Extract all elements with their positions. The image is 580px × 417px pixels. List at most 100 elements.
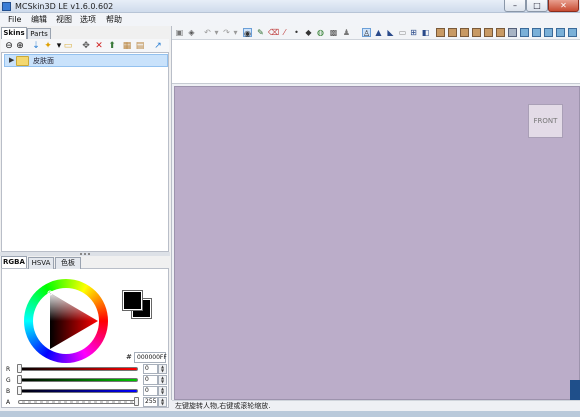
- alpha-value-input[interactable]: 255: [143, 397, 158, 407]
- save-icon[interactable]: ▣: [175, 28, 184, 37]
- camera-icon[interactable]: ◉: [243, 28, 252, 38]
- red-spinner[interactable]: ▲ ▼: [158, 364, 167, 374]
- alpha-slider[interactable]: [18, 400, 138, 404]
- redo-icon[interactable]: ↷: [222, 28, 231, 37]
- save-all-icon[interactable]: ◈: [187, 28, 196, 37]
- left-arm-part-icon[interactable]: [460, 28, 469, 37]
- maximize-button[interactable]: □: [526, 0, 548, 12]
- render-toolbar: ▣ ◈ ↶ ▾ ↷ ▾ ◉ ✎ ⌫ ⁄ • ◆ ◍ ▩ ♟ ♙ ▲ ◣ ▭ ⊞ …: [172, 26, 580, 40]
- alpha-spinner[interactable]: ▲ ▼: [158, 397, 167, 407]
- tree-item[interactable]: ▶ 皮肤面: [4, 54, 168, 67]
- menu-file[interactable]: File: [8, 15, 21, 24]
- grid-icon[interactable]: ▦: [122, 41, 132, 51]
- red-slider-thumb[interactable]: [17, 364, 22, 373]
- grid-toggle-icon[interactable]: ⊞: [409, 28, 418, 37]
- blue-slider[interactable]: [18, 389, 138, 393]
- wand-icon[interactable]: ↗: [153, 41, 163, 51]
- skins-tree[interactable]: ▶ 皮肤面: [1, 52, 169, 252]
- left-leg-part-icon[interactable]: [484, 28, 493, 37]
- menu-edit[interactable]: 编辑: [31, 15, 47, 24]
- red-slider[interactable]: [18, 367, 138, 371]
- import-icon[interactable]: ⇣: [31, 41, 41, 51]
- 3d-viewport[interactable]: FRONT: [174, 86, 580, 400]
- front-view-button[interactable]: FRONT: [528, 104, 563, 138]
- tab-swatches[interactable]: 色板: [55, 257, 81, 269]
- alpha-slider-thumb[interactable]: [134, 397, 139, 406]
- layer3-icon[interactable]: [544, 28, 553, 37]
- fill-bucket-icon[interactable]: ◍: [316, 28, 325, 37]
- dodge-icon[interactable]: •: [292, 28, 301, 37]
- layer1-icon[interactable]: [520, 28, 529, 37]
- noise-icon[interactable]: ▩: [329, 28, 338, 37]
- layer4-icon[interactable]: [556, 28, 565, 37]
- grip-dot: [80, 253, 82, 255]
- redo-dropdown-icon[interactable]: ▾: [231, 28, 240, 37]
- eraser-icon[interactable]: ⌫: [268, 28, 279, 37]
- title-bar: MCSkin3D LE v1.6.0.602 – □ ✕: [0, 0, 580, 13]
- status-bar: 左键旋转人物,右键或滚轮缩放.: [172, 400, 580, 411]
- green-slider[interactable]: [18, 378, 138, 382]
- color-panel: # 000000FF R 0 ▲ ▼ G 0 ▲ ▼ B 0 ▲ ▼ A 255 ▲ ▼: [1, 268, 169, 408]
- alpha-toggle-icon[interactable]: ◧: [421, 28, 430, 37]
- alpha-channel-label: A: [6, 399, 11, 406]
- right-leg-part-icon[interactable]: [496, 28, 505, 37]
- green-value-input[interactable]: 0: [143, 375, 158, 385]
- tool-options-area: [172, 40, 580, 84]
- person-view-icon[interactable]: ♙: [362, 28, 371, 38]
- overlay-toggle-icon[interactable]: [508, 28, 517, 37]
- folder-icon: [16, 56, 29, 66]
- hybrid-view-icon[interactable]: ◣: [386, 28, 395, 37]
- grip-dot: [84, 253, 86, 255]
- blue-spinner[interactable]: ▲ ▼: [158, 386, 167, 396]
- move-icon[interactable]: ✥: [81, 41, 91, 51]
- dropper-icon[interactable]: ⁄: [280, 28, 289, 37]
- menu-view[interactable]: 视图: [56, 15, 72, 24]
- upload-icon[interactable]: ⬆: [107, 41, 117, 51]
- pencil-icon[interactable]: ✎: [256, 28, 265, 37]
- tab-rgba[interactable]: RGBA: [1, 256, 27, 268]
- green-slider-thumb[interactable]: [17, 375, 22, 384]
- menu-bar: File 编辑 视图 选项 帮助: [0, 13, 580, 26]
- right-arm-part-icon[interactable]: [472, 28, 481, 37]
- delete-icon[interactable]: ✕: [94, 41, 104, 51]
- status-text: 左键旋转人物,右键或滚轮缩放.: [175, 402, 271, 410]
- blue-slider-thumb[interactable]: [17, 386, 22, 395]
- minimize-button[interactable]: –: [504, 0, 526, 12]
- tab-skins[interactable]: Skins: [1, 27, 27, 39]
- head-part-icon[interactable]: [436, 28, 445, 37]
- saturation-triangle[interactable]: [24, 279, 108, 363]
- body-part-icon[interactable]: [448, 28, 457, 37]
- layer5-icon[interactable]: [568, 28, 577, 37]
- hex-color-input[interactable]: 000000FF: [134, 352, 167, 363]
- grip-dot: [88, 253, 90, 255]
- stamp-icon[interactable]: ♟: [342, 28, 351, 37]
- close-button[interactable]: ✕: [548, 0, 579, 12]
- zoom-in-icon[interactable]: ⊕: [15, 41, 25, 51]
- primary-color-swatch[interactable]: [122, 290, 143, 311]
- undo-dropdown-icon[interactable]: ▾: [212, 28, 221, 37]
- blue-value-input[interactable]: 0: [143, 386, 158, 396]
- taskbar: [0, 411, 580, 417]
- blue-channel-label: B: [6, 388, 11, 395]
- resize-grip[interactable]: [570, 380, 580, 400]
- zoom-out-icon[interactable]: ⊖: [4, 41, 14, 51]
- new-folder-icon[interactable]: ✦: [43, 41, 53, 51]
- green-spinner[interactable]: ▲ ▼: [158, 375, 167, 385]
- tab-hsva[interactable]: HSVA: [28, 257, 54, 269]
- folder-icon[interactable]: ▭: [63, 41, 73, 51]
- menu-options[interactable]: 选项: [80, 15, 96, 24]
- layer2-icon[interactable]: [532, 28, 541, 37]
- skins-toolbar: ⊖ ⊕ ⇣ ✦ ▾ ▭ ✥ ✕ ⬆ ▦ ▤ ↗: [1, 39, 169, 53]
- tile-icon[interactable]: ▤: [135, 41, 145, 51]
- burn-icon[interactable]: ◆: [304, 28, 313, 37]
- hue-wheel[interactable]: [24, 279, 108, 363]
- expand-arrow-icon[interactable]: ▶: [9, 56, 14, 64]
- separator-icon: ▭: [398, 28, 407, 37]
- red-value-input[interactable]: 0: [143, 364, 158, 374]
- red-channel-label: R: [6, 366, 11, 373]
- texture-view-icon[interactable]: ▲: [374, 28, 383, 37]
- green-channel-label: G: [6, 377, 11, 384]
- menu-help[interactable]: 帮助: [106, 15, 122, 24]
- app-icon: [2, 2, 11, 11]
- undo-icon[interactable]: ↶: [203, 28, 212, 37]
